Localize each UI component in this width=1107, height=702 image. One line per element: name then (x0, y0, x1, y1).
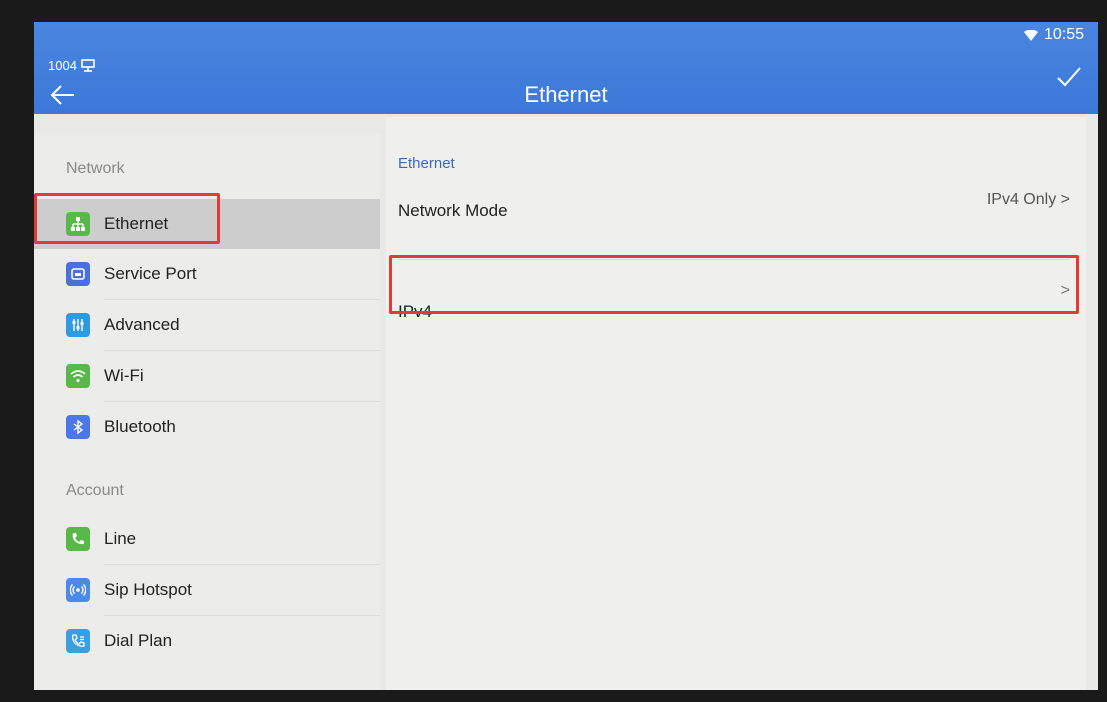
sidebar-item-wifi[interactable]: Wi-Fi (34, 351, 380, 401)
sidebar-item-dial-plan[interactable]: Dial Plan (34, 616, 380, 666)
extension-number: 1004 (48, 58, 77, 73)
clock: 10:55 (1043, 26, 1084, 43)
sidebar-item-label: Line (104, 529, 137, 548)
hotspot-icon (66, 578, 90, 602)
sidebar-item-advanced[interactable]: Advanced (34, 300, 380, 350)
sidebar-item-bluetooth[interactable]: Bluetooth (34, 402, 380, 452)
phone-line-icon (66, 527, 90, 551)
network-mode-row[interactable]: Network Mode IPv4 Only > (398, 191, 1070, 247)
network-mode-value: IPv4 Only > (987, 191, 1070, 209)
section-account: Account (66, 482, 124, 499)
sidebar-item-label: Dial Plan (104, 631, 173, 650)
sidebar-item-label: Bluetooth (104, 417, 176, 436)
content-pane: Ethernet Network Mode IPv4 Only > IPv4 > (386, 117, 1086, 690)
sidebar-item-label: Service Port (104, 264, 197, 283)
dial-plan-icon (66, 629, 90, 653)
chevron-right-icon: > (1060, 191, 1070, 208)
network-mode-value-text: IPv4 Only (986, 191, 1057, 208)
sidebar-item-label: Advanced (104, 315, 180, 334)
wifi-icon (66, 364, 90, 388)
top-bar: 1004 10:55 Ethernet (34, 22, 1098, 114)
sidebar-item-line[interactable]: Line (34, 514, 380, 564)
sidebar-item-label: Wi-Fi (104, 366, 144, 385)
sidebar-item-sip-hotspot[interactable]: Sip Hotspot (34, 565, 380, 615)
highlight-box (389, 255, 1079, 314)
service-port-icon (66, 262, 90, 286)
network-mode-label: Network Mode (398, 201, 508, 220)
status-area: 10:55 (1023, 26, 1084, 44)
content-heading: Ethernet (398, 155, 455, 172)
network-status-icon (81, 59, 95, 72)
sidebar-item-label: Sip Hotspot (104, 580, 192, 599)
page-title: Ethernet (524, 82, 608, 107)
status-extension: 1004 (48, 58, 95, 73)
bluetooth-icon (66, 415, 90, 439)
sliders-icon (66, 313, 90, 337)
sidebar-item-service-port[interactable]: Service Port (34, 249, 380, 299)
wifi-signal-icon (1023, 29, 1038, 41)
section-network: Network (66, 160, 125, 177)
device-screen: 1004 10:55 Ethernet Network Ethernet Ser… (34, 22, 1098, 690)
confirm-check-icon[interactable] (1054, 62, 1084, 92)
highlight-box (34, 193, 220, 244)
